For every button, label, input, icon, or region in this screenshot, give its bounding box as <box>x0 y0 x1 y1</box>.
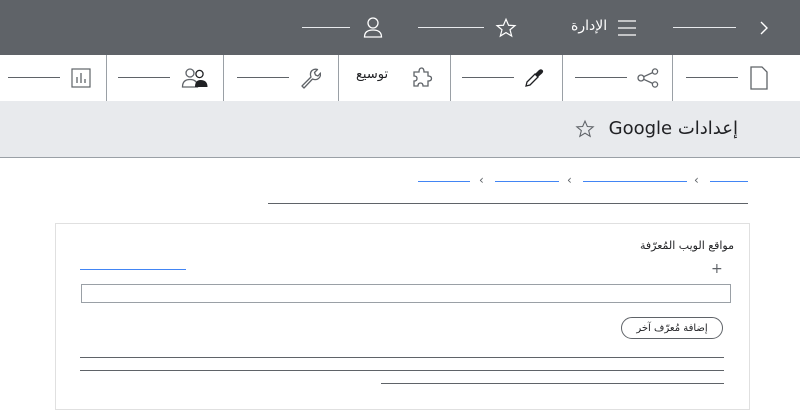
site-url-input[interactable] <box>81 284 731 303</box>
card-heading: مواقع الويب المُعرّفة <box>640 239 734 252</box>
tools-toolbar: توسيع <box>0 55 800 102</box>
card-link[interactable] <box>80 269 186 270</box>
page-title: إعدادات Google <box>608 118 738 139</box>
placeholder-line <box>462 77 514 78</box>
toolbar-divider <box>672 55 673 101</box>
extensions-label[interactable]: توسيع <box>356 67 388 82</box>
placeholder-line <box>8 77 60 78</box>
admin-menu-label[interactable]: الإدارة <box>571 18 607 34</box>
menu-icon[interactable] <box>616 17 638 39</box>
breadcrumb-link[interactable] <box>495 181 559 182</box>
breadcrumb-link[interactable] <box>710 181 748 182</box>
people-icon[interactable] <box>180 66 210 90</box>
chevron-right-icon[interactable] <box>756 18 772 38</box>
breadcrumb-link[interactable] <box>583 181 687 182</box>
placeholder-line <box>673 27 736 28</box>
placeholder-line <box>418 27 484 28</box>
toolbar-divider <box>562 55 563 101</box>
puzzle-icon[interactable] <box>410 65 434 89</box>
breadcrumb-separator: › <box>694 173 699 187</box>
breadcrumb-link[interactable] <box>418 181 470 182</box>
user-icon[interactable] <box>362 15 384 39</box>
toolbar-divider <box>223 55 224 101</box>
top-toolbar: الإدارة <box>0 0 800 55</box>
eyedropper-icon[interactable] <box>522 66 546 90</box>
page-header: إعدادات Google <box>0 101 800 158</box>
toolbar-divider <box>450 55 451 101</box>
add-icon[interactable]: + <box>711 261 723 277</box>
placeholder-line <box>118 77 170 78</box>
share-icon[interactable] <box>636 67 660 89</box>
breadcrumb-separator: › <box>479 173 484 187</box>
list-divider <box>80 370 724 371</box>
star-icon[interactable] <box>494 16 518 40</box>
toolbar-divider <box>106 55 107 101</box>
placeholder-line <box>302 27 350 28</box>
placeholder-line <box>237 77 289 78</box>
toolbar-divider <box>338 55 339 101</box>
title-divider <box>268 203 748 204</box>
wrench-icon[interactable] <box>298 66 322 90</box>
breadcrumb-separator: › <box>567 173 572 187</box>
placeholder-line <box>575 77 627 78</box>
list-divider <box>80 357 724 358</box>
star-outline-icon[interactable] <box>574 118 596 140</box>
document-icon[interactable] <box>748 65 770 91</box>
list-divider <box>381 383 724 384</box>
add-identifier-button[interactable]: إضافة مُعرّف آخر <box>621 317 723 339</box>
bar-chart-icon[interactable] <box>70 67 92 89</box>
placeholder-line <box>686 77 738 78</box>
